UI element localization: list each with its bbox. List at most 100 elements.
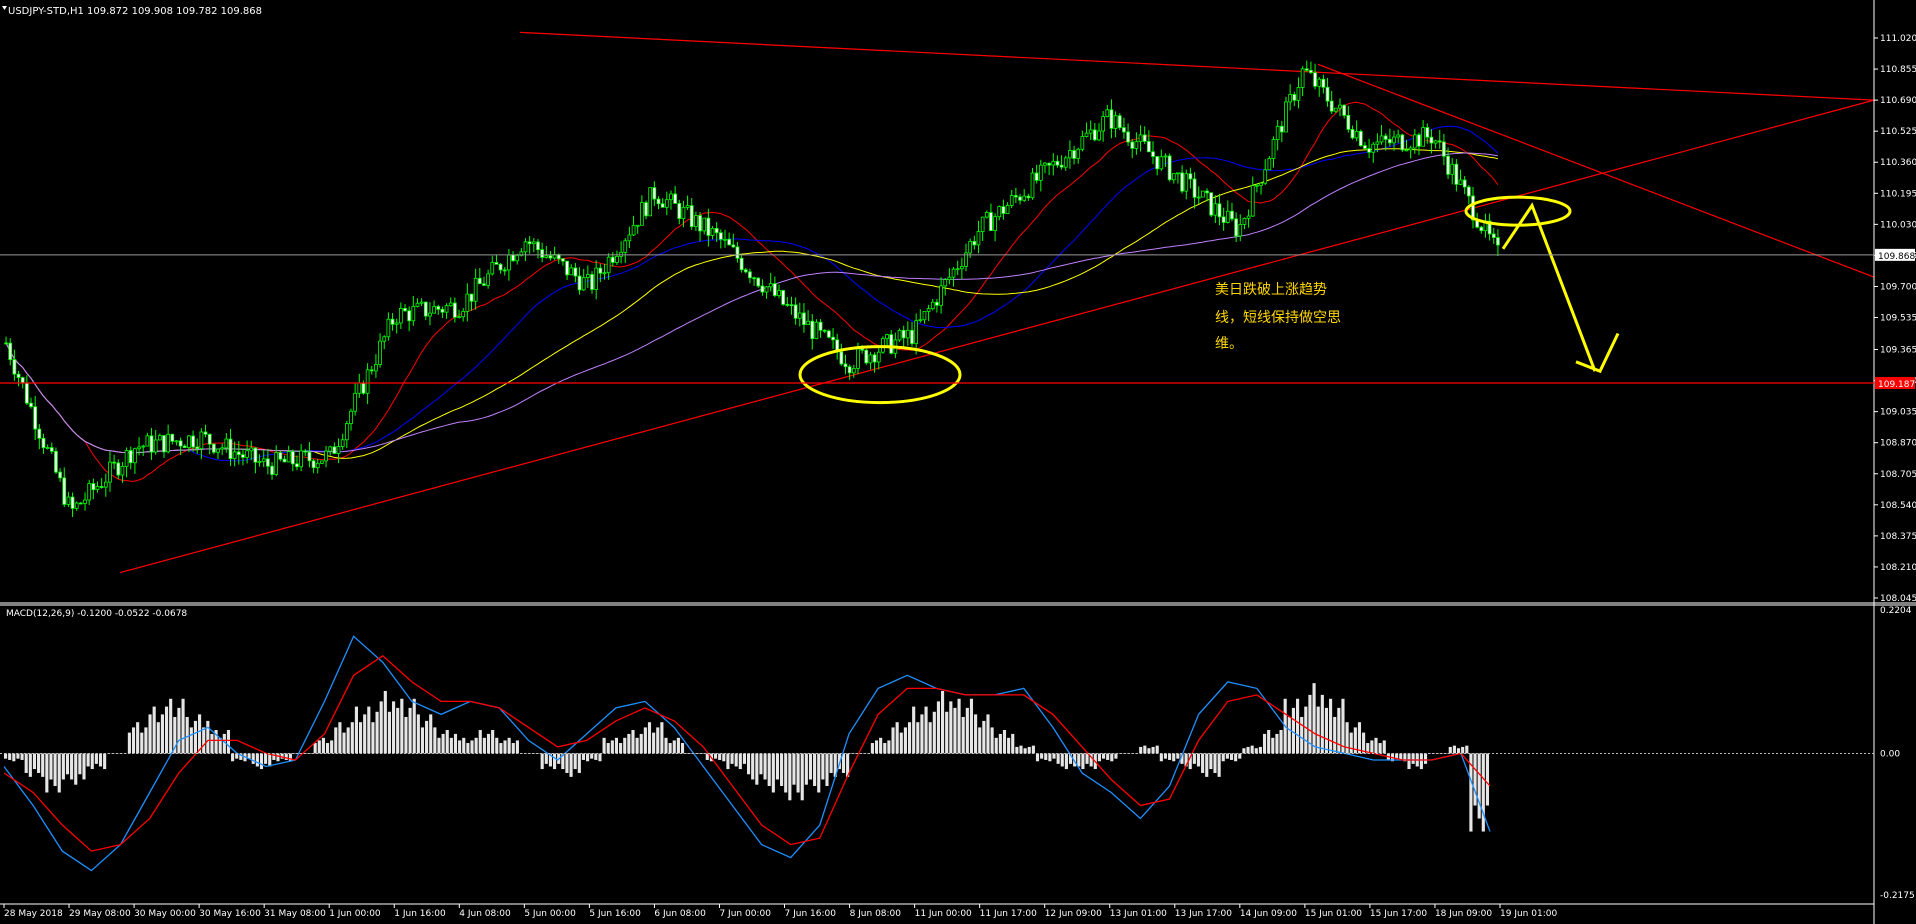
macd-histogram-bar	[771, 753, 775, 793]
macd-y-tick-label: 0.00	[1880, 749, 1900, 759]
candle-body	[856, 348, 860, 369]
macd-histogram-bar	[920, 714, 924, 754]
candle-body	[1304, 68, 1309, 71]
candle-body	[1496, 237, 1500, 246]
candle-body	[1184, 173, 1189, 192]
macd-histogram-bar	[759, 753, 763, 775]
candle-body	[531, 241, 536, 245]
candle-body	[1001, 206, 1006, 214]
candle-body	[232, 451, 237, 460]
macd-histogram-bar	[425, 720, 429, 754]
macd-histogram-bar	[131, 727, 136, 754]
candle-body	[615, 255, 619, 263]
candle-body	[486, 273, 490, 286]
candle-body	[1466, 186, 1471, 197]
candle-body	[652, 187, 657, 200]
macd-histogram-bar	[255, 753, 259, 767]
macd-histogram-bar	[1279, 730, 1283, 754]
candle-body	[989, 212, 993, 231]
y-tick-label: 108.210	[1880, 563, 1916, 573]
macd-histogram-bar	[8, 753, 12, 760]
candle-body	[1159, 156, 1164, 170]
macd-histogram-bar	[978, 727, 982, 754]
candle-body	[120, 466, 125, 476]
candle-body	[752, 277, 756, 280]
macd-histogram-bar	[1267, 730, 1271, 754]
candle-body	[1408, 147, 1413, 151]
candle-body	[1412, 134, 1417, 149]
candle-body	[1491, 233, 1496, 239]
macd-histogram-bar	[623, 737, 627, 754]
macd-histogram-bar	[680, 743, 685, 754]
macd-histogram-bar	[643, 727, 647, 754]
macd-histogram-bar	[470, 740, 474, 754]
candle-body	[328, 446, 333, 452]
candle-body	[718, 232, 723, 240]
macd-histogram-bar	[581, 753, 586, 760]
candle-body	[694, 215, 698, 227]
macd-histogram-bar	[1485, 753, 1489, 806]
candle-body	[128, 450, 133, 464]
macd-histogram-bar	[136, 722, 140, 754]
macd-histogram-bar	[631, 730, 635, 754]
candle-body	[793, 304, 798, 319]
candle-body	[278, 452, 283, 460]
macd-histogram-bar	[635, 737, 639, 754]
x-tick-label: 14 Jun 09:00	[1240, 909, 1297, 919]
macd-histogram-bar	[338, 722, 342, 754]
macd-histogram-bar	[619, 743, 623, 754]
candle-body	[457, 316, 461, 319]
macd-histogram-bar	[449, 737, 453, 754]
macd-histogram-bar	[1147, 748, 1151, 754]
y-tick-label: 110.360	[1880, 158, 1916, 168]
candle-body	[207, 433, 212, 445]
candle-body	[602, 272, 607, 275]
macd-histogram-bar	[1015, 746, 1019, 754]
trading-chart[interactable]: 111.020 110.855 110.690 110.525 110.360 110.1…	[0, 0, 1916, 924]
macd-histogram-bar	[1262, 733, 1267, 754]
candle-body	[939, 285, 943, 306]
macd-histogram-bar	[325, 743, 330, 754]
candle-body	[91, 483, 96, 491]
macd-histogram-bar	[350, 722, 354, 754]
x-tick-label: 18 Jun 09:00	[1435, 909, 1492, 919]
candle-body	[606, 256, 611, 274]
candle-body	[1151, 151, 1155, 157]
macd-histogram-bar	[458, 740, 462, 754]
macd-histogram-bar	[1271, 737, 1275, 754]
candle-body	[482, 283, 486, 286]
candle-body	[195, 446, 200, 450]
macd-histogram-bar	[941, 690, 945, 754]
macd-histogram-bar	[321, 737, 325, 754]
macd-histogram-bar	[16, 753, 20, 759]
y-tick-label: 110.195	[1880, 189, 1916, 199]
candle-body	[340, 439, 345, 448]
candle-body	[399, 308, 403, 324]
candle-body	[889, 334, 894, 354]
candle-body	[868, 354, 873, 364]
macd-histogram-bar	[177, 707, 181, 754]
annotation-line-1: 美日跌破上涨趋势	[1215, 282, 1327, 298]
candle-body	[586, 274, 590, 278]
candle-body	[54, 450, 58, 473]
macd-histogram-bar	[375, 711, 379, 754]
macd-histogram-bar	[1081, 753, 1085, 770]
candle-body	[1242, 217, 1247, 225]
candle-body	[527, 241, 532, 245]
macd-histogram-bar	[379, 701, 383, 754]
macd-histogram-bar	[1097, 753, 1101, 762]
x-tick-label: 30 May 00:00	[134, 909, 196, 919]
candle-body	[20, 377, 25, 384]
candle-body	[1383, 135, 1388, 140]
macd-histogram-bar	[392, 701, 396, 754]
x-tick-label: 5 Jun 00:00	[524, 909, 576, 919]
macd-histogram-bar	[734, 753, 738, 767]
macd-histogram-bar	[1101, 753, 1106, 759]
candle-body	[594, 267, 599, 290]
macd-histogram-bar	[202, 727, 206, 754]
macd-histogram-bar	[1077, 753, 1081, 767]
candle-body	[502, 269, 507, 272]
candle-body	[365, 369, 370, 394]
candle-body	[178, 440, 183, 447]
candle-body	[810, 320, 815, 340]
